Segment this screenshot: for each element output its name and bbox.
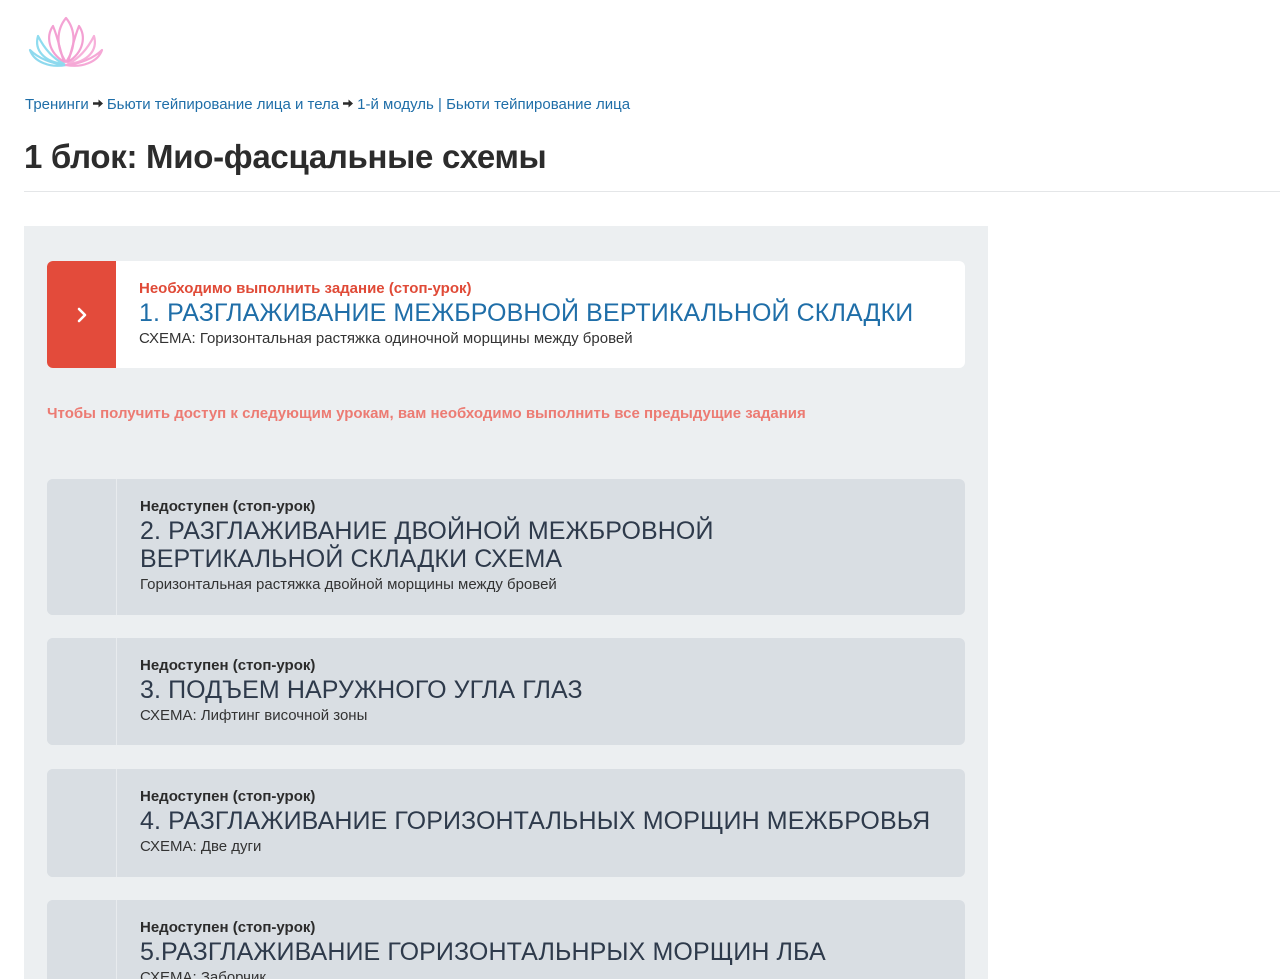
lesson-card-2: Недоступен (стоп-урок) 2. РАЗГЛАЖИВАНИЕ … xyxy=(47,479,965,615)
lesson-title: 2. РАЗГЛАЖИВАНИЕ ДВОЙНОЙ МЕЖБРОВНОЙ ВЕРТ… xyxy=(140,517,714,573)
breadcrumb: Тренинги Бьюти тейпирование лица и тела 1-… xyxy=(25,95,630,115)
lotus-logo[interactable] xyxy=(26,12,106,72)
lesson-title: 4. РАЗГЛАЖИВАНИЕ ГОРИЗОНТАЛЬНЫХ МОРЩИН М… xyxy=(140,807,931,835)
access-warning: Чтобы получить доступ к следующим урокам… xyxy=(47,405,806,422)
lesson-subtitle: СХЕМА: Горизонтальная растяжка одиночной… xyxy=(139,330,633,347)
lesson-subtitle: СХЕМА: Две дуги xyxy=(140,838,262,855)
lesson-indicator xyxy=(47,638,117,745)
lesson-list: Необходимо выполнить задание (стоп-урок)… xyxy=(24,226,988,979)
lesson-card-body: Недоступен (стоп-урок) 4. РАЗГЛАЖИВАНИЕ … xyxy=(117,769,965,877)
lesson-card-body: Недоступен (стоп-урок) 2. РАЗГЛАЖИВАНИЕ … xyxy=(117,479,965,615)
lesson-status: Необходимо выполнить задание (стоп-урок) xyxy=(139,280,472,297)
lesson-subtitle: СХЕМА: Лифтинг височной зоны xyxy=(140,707,368,724)
chevron-right-icon xyxy=(77,307,86,322)
lesson-subtitle: СХЕМА: Заборчик xyxy=(140,969,266,979)
lesson-title: 5.РАЗГЛАЖИВАНИЕ ГОРИЗОНТАЛЬНРЫХ МОРЩИН Л… xyxy=(140,938,826,966)
arrow-right-icon xyxy=(92,95,103,115)
lesson-card-3: Недоступен (стоп-урок) 3. ПОДЪЕМ НАРУЖНО… xyxy=(47,638,965,745)
lesson-status: Недоступен (стоп-урок) xyxy=(140,498,316,515)
lesson-title-link[interactable]: 1. РАЗГЛАЖИВАНИЕ МЕЖБРОВНОЙ ВЕРТИКАЛЬНОЙ… xyxy=(139,299,941,327)
page: Тренинги Бьюти тейпирование лица и тела 1-… xyxy=(0,0,1280,979)
breadcrumb-link-course[interactable]: Бьюти тейпирование лица и тела xyxy=(107,96,339,113)
title-divider xyxy=(24,191,1280,192)
lesson-indicator xyxy=(47,900,117,979)
page-title: 1 блок: Мио-фасцальные схемы xyxy=(24,138,547,175)
lotus-icon xyxy=(28,16,104,67)
lesson-indicator xyxy=(47,769,117,877)
lesson-indicator xyxy=(47,261,116,368)
lesson-card-body: Недоступен (стоп-урок) 3. ПОДЪЕМ НАРУЖНО… xyxy=(117,638,965,745)
lesson-subtitle: Горизонтальная растяжка двойной морщины … xyxy=(140,576,557,593)
lesson-card-1[interactable]: Необходимо выполнить задание (стоп-урок)… xyxy=(47,261,965,368)
lesson-status: Недоступен (стоп-урок) xyxy=(140,657,316,674)
lesson-card-body: Необходимо выполнить задание (стоп-урок)… xyxy=(116,261,965,368)
lesson-indicator xyxy=(47,479,117,615)
lesson-status: Недоступен (стоп-урок) xyxy=(140,788,316,805)
lesson-card-body: Недоступен (стоп-урок) 5.РАЗГЛАЖИВАНИЕ Г… xyxy=(117,900,965,979)
breadcrumb-link-trainings[interactable]: Тренинги xyxy=(25,96,89,113)
lesson-card-4: Недоступен (стоп-урок) 4. РАЗГЛАЖИВАНИЕ … xyxy=(47,769,965,877)
arrow-right-icon xyxy=(343,95,354,115)
lesson-card-5: Недоступен (стоп-урок) 5.РАЗГЛАЖИВАНИЕ Г… xyxy=(47,900,965,979)
lesson-status: Недоступен (стоп-урок) xyxy=(140,919,316,936)
lesson-title: 3. ПОДЪЕМ НАРУЖНОГО УГЛА ГЛАЗ xyxy=(140,676,583,704)
breadcrumb-link-module[interactable]: 1-й модуль | Бьюти тейпирование лица xyxy=(357,96,630,113)
